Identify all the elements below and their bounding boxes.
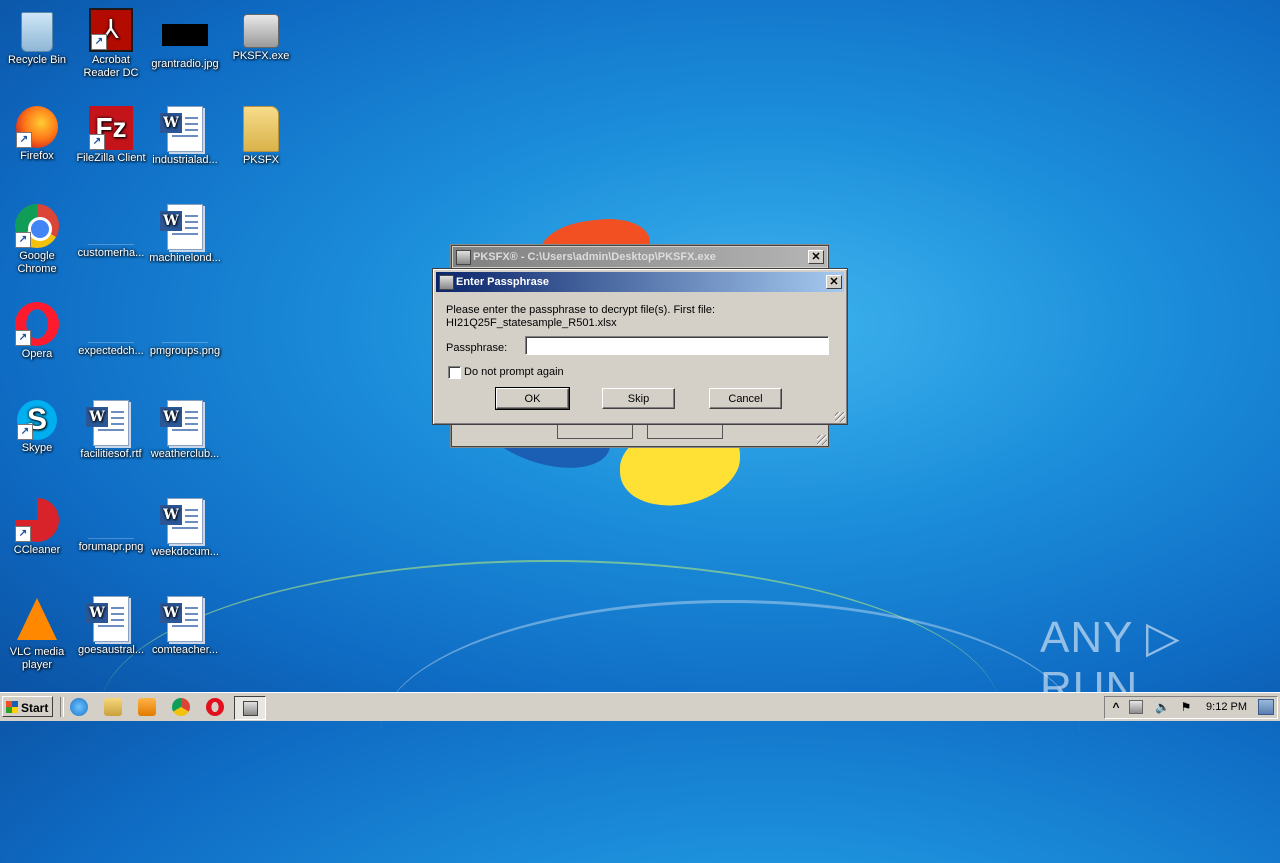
explorer-folder-icon[interactable] <box>104 698 122 716</box>
do-not-prompt-checkbox[interactable] <box>448 366 461 379</box>
taskbar: Start ^ 🔈 ⚑ 9:12 PM <box>0 692 1280 721</box>
resize-grip-icon[interactable] <box>835 412 845 422</box>
desktop-icon-forumapr[interactable]: forumapr.png <box>74 494 148 554</box>
desktop-icon-pksfx-exe[interactable]: PKSFX.exe <box>224 4 298 63</box>
dialog-titlebar[interactable]: Enter Passphrase <box>436 272 844 292</box>
desktop-icon-facilitiesof[interactable]: W facilitiesof.rtf <box>74 396 148 461</box>
word-document-icon: W <box>160 400 203 446</box>
desktop-icon-skype[interactable]: S ↗ Skype <box>0 396 74 455</box>
cancel-button[interactable]: Cancel <box>709 388 782 409</box>
file-icon <box>88 316 134 343</box>
do-not-prompt-label[interactable]: Do not prompt again <box>464 366 564 378</box>
desktop-icon-recycle-bin[interactable]: Recycle Bin <box>0 4 74 67</box>
opera-icon[interactable] <box>206 698 224 716</box>
enter-passphrase-dialog[interactable]: Enter Passphrase ✕ Please enter the pass… <box>432 268 848 425</box>
ok-button[interactable]: OK <box>495 387 570 410</box>
desktop-icon-google-chrome[interactable]: ↗ Google Chrome <box>0 200 74 276</box>
file-icon <box>162 316 208 343</box>
desktop-icon-vlc[interactable]: VLC media player <box>0 592 74 672</box>
shortcut-arrow-icon: ↗ <box>91 34 107 50</box>
chrome-icon[interactable] <box>172 698 190 716</box>
pksfx-window-close-button[interactable]: ✕ <box>808 250 824 264</box>
word-document-icon: W <box>86 596 129 642</box>
filezilla-icon: Fz ↗ <box>89 106 133 150</box>
vlc-cone-icon <box>17 598 57 640</box>
wallpaper-swoosh <box>380 600 1080 863</box>
start-button[interactable]: Start <box>2 696 53 717</box>
shortcut-arrow-icon: ↗ <box>89 134 105 150</box>
network-icon[interactable] <box>1129 700 1143 714</box>
desktop-icon-weekdocum[interactable]: W weekdocum... <box>148 494 222 559</box>
word-document-icon: W <box>160 498 203 544</box>
system-tray: ^ 🔈 ⚑ 9:12 PM <box>1104 696 1278 719</box>
desktop-icon-industrialad[interactable]: W industrialad... <box>148 102 222 167</box>
word-document-icon: W <box>160 204 203 250</box>
dialog-title: Enter Passphrase <box>456 276 549 288</box>
desktop-icon-filezilla[interactable]: Fz ↗ FileZilla Client <box>74 102 148 165</box>
skip-button[interactable]: Skip <box>602 388 675 409</box>
internet-explorer-icon[interactable] <box>70 698 88 716</box>
desktop-icon-firefox[interactable]: ↗ Firefox <box>0 102 74 163</box>
desktop-icon-ccleaner[interactable]: ↗ CCleaner <box>0 494 74 557</box>
start-label: Start <box>21 701 49 715</box>
show-desktop-icon[interactable] <box>1258 699 1274 715</box>
speaker-icon[interactable]: 🔈 <box>1155 700 1170 714</box>
skype-icon: S ↗ <box>17 400 57 440</box>
word-document-icon: W <box>160 106 203 152</box>
resize-grip-icon[interactable] <box>817 435 827 445</box>
taskbar-separator <box>60 697 64 717</box>
dialog-message: Please enter the passphrase to decrypt f… <box>446 304 836 330</box>
desktop-icon-customerha[interactable]: customerha... <box>74 200 148 260</box>
opera-icon: ↗ <box>15 302 59 346</box>
action-center-flag-icon[interactable]: ⚑ <box>1179 700 1193 714</box>
ccleaner-icon: ↗ <box>15 498 59 542</box>
desktop-icon-goesaustral[interactable]: W goesaustral... <box>74 592 148 657</box>
dialog-message-filename: HI21Q25F_statesample_R501.xlsx <box>446 317 617 329</box>
desktop-icon-opera[interactable]: ↗ Opera <box>0 298 74 361</box>
media-player-icon[interactable] <box>138 698 156 716</box>
pksfx-window-title: PKSFX® - C:\Users\admin\Desktop\PKSFX.ex… <box>473 251 716 263</box>
firefox-icon: ↗ <box>16 106 58 148</box>
folder-icon <box>243 106 279 152</box>
desktop-icon-grantradio[interactable]: grantradio.jpg <box>148 4 222 71</box>
desktop-icon-machinelond[interactable]: W machinelond... <box>148 200 222 265</box>
chrome-icon: ↗ <box>15 204 59 248</box>
image-thumbnail-icon <box>162 24 208 46</box>
passphrase-input[interactable] <box>525 336 829 355</box>
desktop-icon-acrobat[interactable]: ⅄ ↗ Acrobat Reader DC <box>74 4 148 80</box>
taskbar-button-pksfx[interactable] <box>234 696 266 720</box>
file-icon <box>88 512 134 539</box>
acrobat-icon: ⅄ ↗ <box>89 8 133 52</box>
passphrase-label: Passphrase: <box>446 342 508 354</box>
desktop-icon-pksfx-folder[interactable]: PKSFX <box>224 102 298 167</box>
installer-package-icon <box>243 14 279 48</box>
desktop-icon-expectedch[interactable]: expectedch... <box>74 298 148 358</box>
desktop-icon-comteacher[interactable]: W comteacher... <box>148 592 222 657</box>
taskbar-clock[interactable]: 9:12 PM <box>1206 701 1247 713</box>
shortcut-arrow-icon: ↗ <box>15 330 31 346</box>
shortcut-arrow-icon: ↗ <box>16 132 32 148</box>
tray-expand-icon[interactable]: ^ <box>1109 700 1123 714</box>
recycle-bin-icon <box>21 12 53 52</box>
shortcut-arrow-icon: ↗ <box>15 526 31 542</box>
dialog-close-button[interactable]: ✕ <box>826 275 842 289</box>
shortcut-arrow-icon: ↗ <box>17 424 33 440</box>
pksfx-window-titlebar[interactable]: PKSFX® - C:\Users\admin\Desktop\PKSFX.ex… <box>453 247 827 267</box>
shortcut-arrow-icon: ↗ <box>15 232 31 248</box>
word-document-icon: W <box>160 596 203 642</box>
desktop-icon-pmgroups[interactable]: pmgroups.png <box>148 298 222 358</box>
pksfx-app-icon <box>456 250 471 265</box>
windows-flag-icon <box>6 701 18 713</box>
dialog-app-icon <box>439 275 454 290</box>
pksfx-app-icon <box>243 701 258 716</box>
word-document-icon: W <box>86 400 129 446</box>
file-icon <box>88 218 134 245</box>
dialog-message-line: Please enter the passphrase to decrypt f… <box>446 304 716 316</box>
desktop-icon-weatherclub[interactable]: W weatherclub... <box>148 396 222 461</box>
